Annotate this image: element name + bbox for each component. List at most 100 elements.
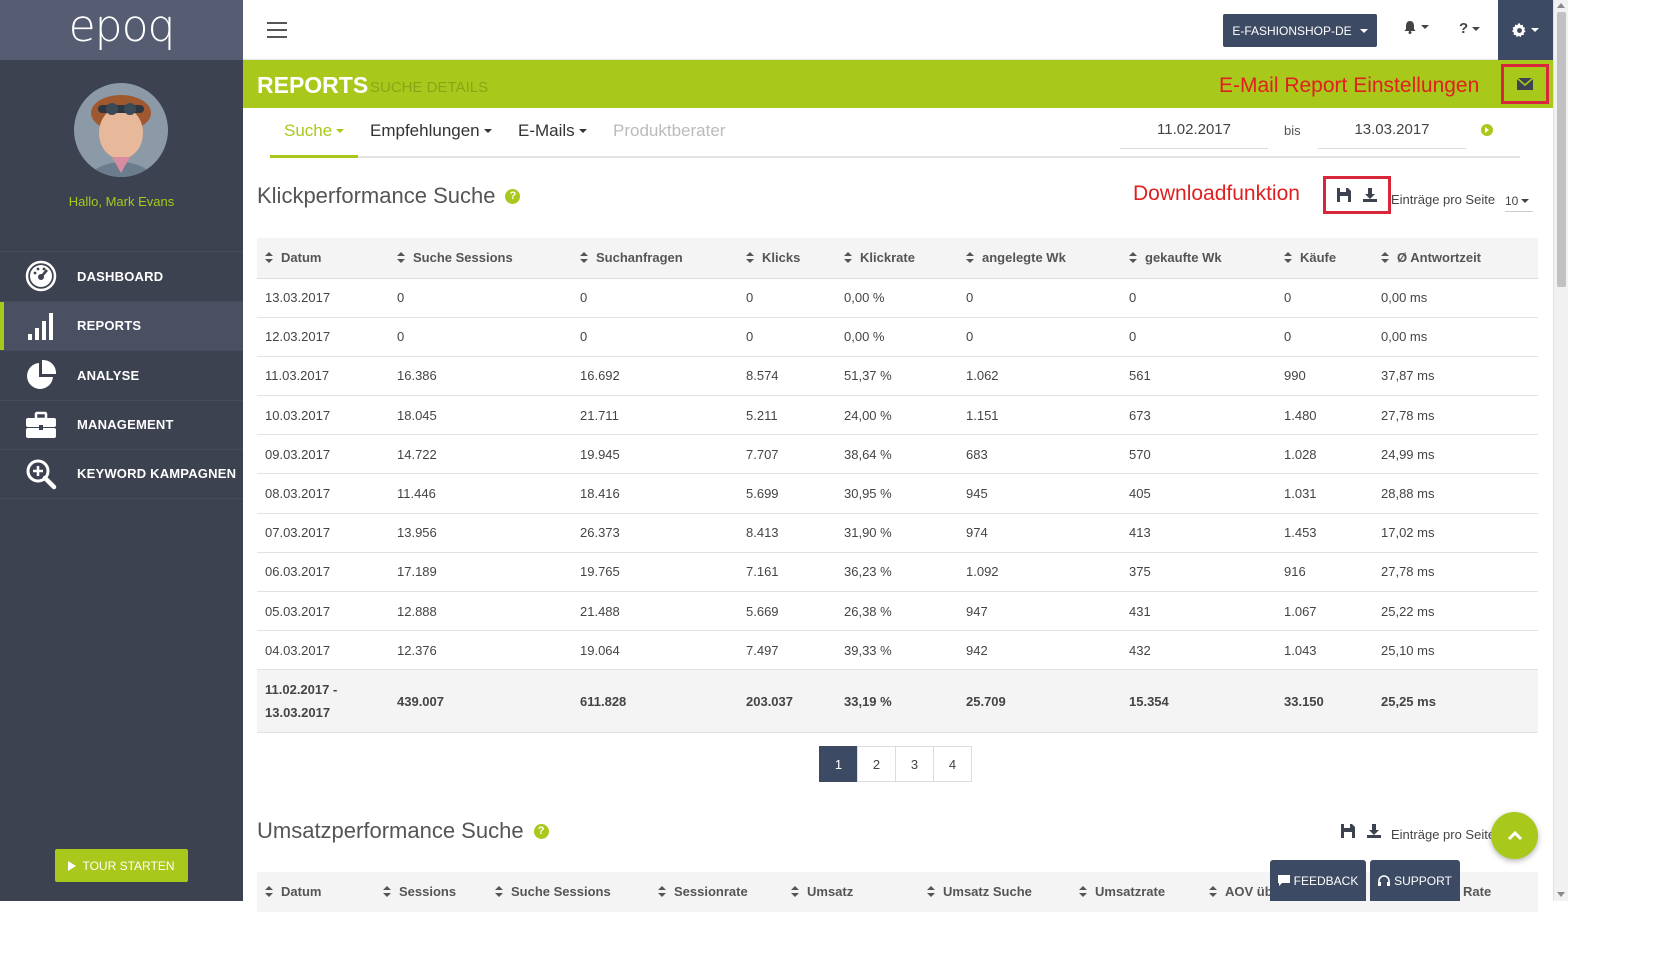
entries-per-page-select[interactable]: 10 <box>1505 190 1533 212</box>
column-header-klickrate[interactable]: Klickrate <box>836 238 958 279</box>
sort-icon <box>1209 886 1217 897</box>
tab-emails[interactable]: E-Mails <box>518 121 587 141</box>
column-header-suchanfragen[interactable]: Suchanfragen <box>572 238 738 279</box>
tab-suche[interactable]: Suche <box>269 121 359 158</box>
column-header-label: angelegte Wk <box>982 250 1066 266</box>
table-row: 04.03.2017 12.376 19.064 7.497 39,33 % 942 432… <box>257 630 1538 671</box>
save-floppy-icon[interactable] <box>1341 824 1355 838</box>
main-nav: DASHBOARD REPORTS ANALYSE MANAGEMENT KEY… <box>0 251 243 499</box>
column-header-label: Suche Sessions <box>413 250 513 266</box>
help-icon[interactable]: ? <box>505 188 521 204</box>
nav-item-analyse[interactable]: ANALYSE <box>0 350 243 400</box>
column-header-datum[interactable]: Datum <box>257 238 389 279</box>
column-header-aov[interactable]: AOV üb <box>1209 884 1273 899</box>
column-header-suche-sessions[interactable]: Suche Sessions <box>495 884 611 899</box>
page-button-1[interactable]: 1 <box>819 746 858 782</box>
sort-icon <box>495 886 503 897</box>
table-cell: 24,00 % <box>836 395 958 436</box>
page-button-2[interactable]: 2 <box>857 746 896 782</box>
table-cell: 0,00 ms <box>1373 278 1538 318</box>
column-header-label: gekaufte Wk <box>1145 250 1222 266</box>
column-header-sessions[interactable]: Sessions <box>383 884 456 899</box>
page-scrollbar[interactable] <box>1553 0 1568 901</box>
table-cell: 1.062 <box>958 356 1121 397</box>
table-cell: 10.03.2017 <box>257 395 389 436</box>
support-label: SUPPORT <box>1394 873 1452 888</box>
table-cell: 7.161 <box>738 552 836 593</box>
nav-label: DASHBOARD <box>77 268 164 284</box>
table-row: 05.03.2017 12.888 21.488 5.669 26,38 % 947 431… <box>257 591 1538 632</box>
sort-icon <box>844 252 852 264</box>
table-cell: 0 <box>572 278 738 318</box>
email-report-annotation: E-Mail Report Einstellungen <box>1219 74 1480 97</box>
page-button-4[interactable]: 4 <box>933 746 972 782</box>
table-cell: 561 <box>1121 356 1276 397</box>
sort-icon <box>791 886 799 897</box>
column-header-gekaufte-wk[interactable]: gekaufte Wk <box>1121 238 1276 279</box>
table-cell: 1.043 <box>1276 630 1373 671</box>
settings-dropdown[interactable] <box>1498 0 1553 60</box>
table-cell: 7.497 <box>738 630 836 671</box>
table-cell: 1.067 <box>1276 591 1373 632</box>
sort-icon <box>265 886 273 897</box>
column-header-antwortzeit[interactable]: Ø Antwortzeit <box>1373 238 1538 279</box>
nav-item-reports[interactable]: REPORTS <box>0 300 243 350</box>
tour-start-button[interactable]: TOUR STARTEN <box>55 849 188 882</box>
column-header-sessionrate[interactable]: Sessionrate <box>658 884 748 899</box>
table-cell: 375 <box>1121 552 1276 593</box>
scroll-to-top-button[interactable] <box>1491 812 1538 859</box>
scrollbar-thumb[interactable] <box>1557 12 1566 287</box>
table-cell: 12.376 <box>389 630 572 671</box>
help-dropdown[interactable]: ? <box>1459 20 1481 37</box>
help-icon: ? <box>1459 20 1469 37</box>
hamburger-menu-icon[interactable] <box>267 22 287 38</box>
column-header-klicks[interactable]: Klicks <box>738 238 836 279</box>
nav-item-keyword-kampagnen[interactable]: KEYWORD KAMPAGNEN <box>0 449 243 499</box>
table-cell: 09.03.2017 <box>257 434 389 475</box>
apply-date-icon[interactable] <box>1481 124 1493 136</box>
table-cell: 1.151 <box>958 395 1121 436</box>
comment-icon <box>1277 875 1290 886</box>
help-icon[interactable]: ? <box>533 823 549 839</box>
table-row: 10.03.2017 18.045 21.711 5.211 24,00 % 1.151 6… <box>257 395 1538 436</box>
page-button-3[interactable]: 3 <box>895 746 934 782</box>
column-header-umsatz[interactable]: Umsatz <box>791 884 853 899</box>
table-cell: 19.064 <box>572 630 738 671</box>
sort-icon <box>397 252 405 264</box>
tab-empfehlungen[interactable]: Empfehlungen <box>370 121 492 141</box>
column-header-angelegte-wk[interactable]: angelegte Wk <box>958 238 1121 279</box>
page-title: REPORTS <box>257 72 369 98</box>
column-header-kaeufe[interactable]: Käufe <box>1276 238 1373 279</box>
table-cell: 27,78 ms <box>1373 395 1538 436</box>
nav-item-management[interactable]: MANAGEMENT <box>0 399 243 450</box>
shop-selector-dropdown[interactable]: E-FASHIONSHOP-DE <box>1223 14 1377 47</box>
nav-item-dashboard[interactable]: DASHBOARD <box>0 251 243 301</box>
table-row: 06.03.2017 17.189 19.765 7.161 36,23 % 1.092 3… <box>257 552 1538 593</box>
table-cell: 08.03.2017 <box>257 473 389 514</box>
save-floppy-icon[interactable] <box>1337 188 1352 202</box>
column-header-suche-sessions[interactable]: Suche Sessions <box>389 238 572 279</box>
scroll-up-arrow-icon[interactable] <box>1557 3 1565 8</box>
avatar[interactable] <box>74 83 168 177</box>
feedback-button[interactable]: FEEDBACK <box>1270 860 1366 901</box>
column-header-umsatzrate[interactable]: Umsatzrate <box>1079 884 1165 899</box>
table-cell: 16.692 <box>572 356 738 397</box>
email-report-settings-button[interactable] <box>1501 64 1549 104</box>
column-header-umsatz-suche[interactable]: Umsatz Suche <box>927 884 1032 899</box>
column-header-rate[interactable]: Rate <box>1463 884 1491 899</box>
scroll-down-arrow-icon[interactable] <box>1557 892 1565 897</box>
column-header-label: Sessionrate <box>674 884 748 899</box>
table-cell: 8.574 <box>738 356 836 397</box>
notifications-dropdown[interactable] <box>1403 20 1429 34</box>
download-icon[interactable] <box>1367 824 1381 838</box>
nav-label: REPORTS <box>77 318 142 334</box>
date-to-input[interactable]: 13.03.2017 <box>1318 115 1466 149</box>
epoq-logo[interactable]: epoq <box>69 5 176 49</box>
date-from-input[interactable]: 11.02.2017 <box>1120 115 1268 149</box>
column-header-datum[interactable]: Datum <box>265 884 321 899</box>
total-cell: 33.150 <box>1276 669 1373 734</box>
download-icon[interactable] <box>1362 188 1377 202</box>
page-header-bar: REPORTS SUCHE DETAILS E-Mail Report Eins… <box>243 60 1553 108</box>
total-cell: 15.354 <box>1121 669 1276 734</box>
support-button[interactable]: SUPPORT <box>1370 860 1460 901</box>
